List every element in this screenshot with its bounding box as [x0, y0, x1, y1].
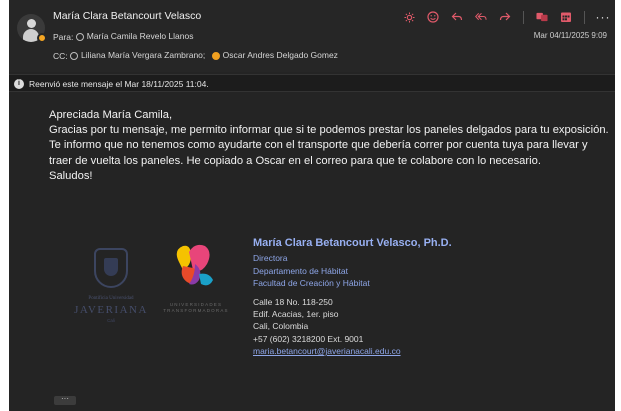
signature-title: Directora — [253, 253, 288, 264]
resent-text: Reenvió este mensaje el Mar 18/11/2025 1… — [29, 79, 209, 89]
info-icon: i — [14, 79, 24, 89]
signature-address-1: Calle 18 No. 118-250 — [253, 296, 333, 307]
recipient-cc-2[interactable]: Oscar Andres Delgado Gomez — [211, 50, 338, 60]
javeriana-logo: Pontificia Universidad JAVERIANA Cali — [65, 240, 157, 326]
signature-address-2: Edif. Acacias, 1er. piso — [253, 309, 339, 320]
sun-icon[interactable] — [403, 11, 415, 23]
presence-away-icon — [37, 33, 47, 43]
greeting: Apreciada María Camila, — [49, 109, 173, 121]
closing: Saludos! — [49, 169, 93, 182]
reply-all-icon[interactable] — [475, 11, 487, 23]
presence-away-icon — [211, 52, 220, 60]
recipient-name: Liliana María Vergara Zambrano; — [81, 50, 206, 60]
recipient-name: Oscar Andres Delgado Gomez — [222, 50, 338, 60]
sender-name[interactable]: María Clara Betancourt Velasco — [53, 10, 201, 22]
calendar-icon[interactable] — [560, 11, 572, 23]
to-label: Para: — [53, 32, 74, 42]
email-reading-pane: María Clara Betancourt Velasco Para: Mar… — [9, 0, 615, 411]
presence-unknown-icon — [70, 52, 79, 60]
to-line: Para: María Camila Revelo Llanos — [53, 31, 193, 42]
resent-notice: i Reenvió este mensaje el Mar 18/11/2025… — [9, 74, 615, 92]
toolbar-divider — [584, 10, 585, 24]
javeriana-top-text: Pontificia Universidad — [88, 296, 134, 301]
sent-date: Mar 04/11/2025 9:09 — [533, 31, 607, 40]
more-icon[interactable]: ··· — [596, 11, 610, 23]
email-signature: María Clara Betancourt Velasco, Ph.D. Di… — [253, 237, 452, 358]
message-body: Apreciada María Camila, Gracias por tu m… — [49, 108, 609, 184]
recipient-cc-1[interactable]: Liliana María Vergara Zambrano; — [70, 50, 205, 60]
toolbar-divider — [523, 10, 524, 24]
javeriana-shield-icon — [94, 248, 128, 288]
signature-email-link[interactable]: maria.betancourt@javerianacali.edu.co — [253, 345, 452, 357]
body-paragraph: Gracias por tu mensaje, me permito infor… — [49, 124, 609, 167]
ut-mark-icon — [176, 244, 213, 286]
message-toolbar: ··· — [403, 9, 610, 25]
cc-line: CC: Liliana María Vergara Zambrano; Osca… — [53, 50, 338, 61]
smiley-icon[interactable] — [427, 11, 439, 23]
recipient-to[interactable]: María Camila Revelo Llanos — [75, 31, 194, 41]
signature-name: María Clara Betancourt Velasco, Ph.D. — [253, 237, 452, 249]
forward-icon[interactable] — [499, 11, 511, 23]
signature-city: Cali, Colombia — [253, 321, 309, 332]
avatar-head — [27, 19, 36, 28]
cc-label: CC: — [53, 51, 68, 61]
universidades-transformadoras-logo: UNIVERSIDADES TRANSFORMADORAS — [159, 240, 233, 326]
message-header: María Clara Betancourt Velasco Para: Mar… — [9, 0, 615, 72]
signature-department: Departamento de Hábitat — [253, 265, 348, 276]
javeriana-sub: Cali — [107, 318, 115, 323]
signature-phone: +57 (602) 3218200 Ext. 9001 — [253, 333, 364, 344]
reply-icon[interactable] — [451, 11, 463, 23]
ut-text: UNIVERSIDADES TRANSFORMADORAS — [163, 302, 229, 313]
signature-faculty: Facultad de Creación y Hábitat — [253, 278, 370, 289]
javeriana-name: JAVERIANA — [74, 304, 148, 316]
translate-icon[interactable] — [536, 11, 548, 23]
recipient-name: María Camila Revelo Llanos — [86, 31, 194, 41]
presence-unknown-icon — [75, 33, 84, 41]
show-trimmed-content-button[interactable]: ··· — [54, 395, 76, 405]
